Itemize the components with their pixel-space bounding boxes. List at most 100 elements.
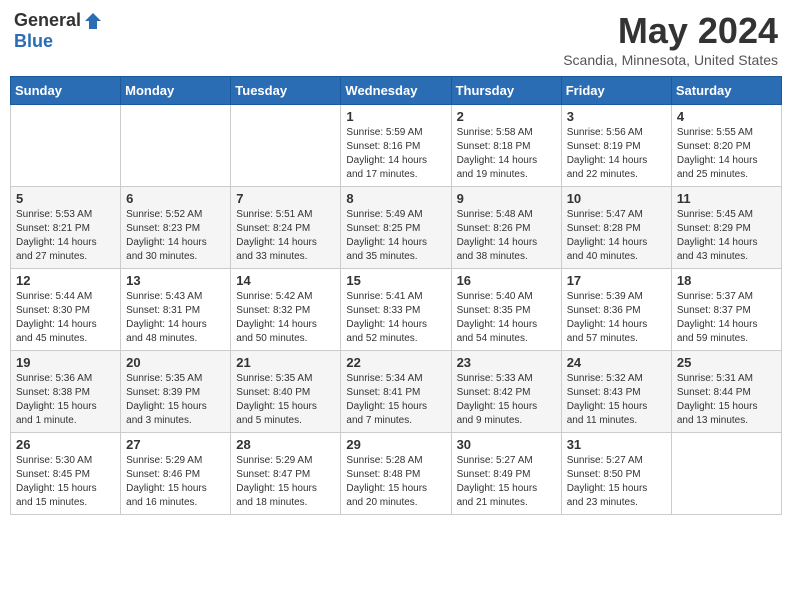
day-number: 17 xyxy=(567,273,666,288)
day-info: Sunrise: 5:53 AM Sunset: 8:21 PM Dayligh… xyxy=(16,208,115,264)
calendar-cell: 25Sunrise: 5:31 AM Sunset: 8:44 PM Dayli… xyxy=(671,351,781,433)
calendar-cell: 4 Sunrise: 5:55 AM Sunset: 8:20 PM Daylig… xyxy=(671,105,781,187)
day-number: 27 xyxy=(126,437,225,452)
day-info: Sunrise: 5:44 AM Sunset: 8:30 PM Dayligh… xyxy=(16,290,115,346)
week-row-2: 5 Sunrise: 5:53 AM Sunset: 8:21 PM Daylig… xyxy=(11,187,782,269)
day-info: Sunrise: 5:52 AM Sunset: 8:23 PM Dayligh… xyxy=(126,208,225,264)
day-number: 19 xyxy=(16,355,115,370)
calendar-cell xyxy=(231,105,341,187)
calendar-cell: 9 Sunrise: 5:48 AM Sunset: 8:26 PM Daylig… xyxy=(451,187,561,269)
day-number: 8 xyxy=(346,191,445,206)
day-info: Sunrise: 5:34 AM Sunset: 8:41 PM Dayligh… xyxy=(346,372,445,428)
calendar-cell: 1Sunrise: 5:59 AM Sunset: 8:16 PM Daylig… xyxy=(341,105,451,187)
calendar-cell: 22Sunrise: 5:34 AM Sunset: 8:41 PM Dayli… xyxy=(341,351,451,433)
logo-icon xyxy=(83,11,103,31)
weekday-header-tuesday: Tuesday xyxy=(231,77,341,105)
month-title: May 2024 xyxy=(563,10,778,52)
day-number: 25 xyxy=(677,355,776,370)
calendar-cell: 6 Sunrise: 5:52 AM Sunset: 8:23 PM Daylig… xyxy=(121,187,231,269)
title-section: May 2024 Scandia, Minnesota, United Stat… xyxy=(563,10,778,68)
day-number: 15 xyxy=(346,273,445,288)
calendar-cell: 16 Sunrise: 5:40 AM Sunset: 8:35 PM Dayli… xyxy=(451,269,561,351)
calendar-cell: 17 Sunrise: 5:39 AM Sunset: 8:36 PM Dayli… xyxy=(561,269,671,351)
day-number: 24 xyxy=(567,355,666,370)
page-header: General Blue May 2024 Scandia, Minnesota… xyxy=(10,10,782,68)
day-number: 28 xyxy=(236,437,335,452)
day-number: 13 xyxy=(126,273,225,288)
day-number: 12 xyxy=(16,273,115,288)
location: Scandia, Minnesota, United States xyxy=(563,52,778,68)
calendar-cell: 19Sunrise: 5:36 AM Sunset: 8:38 PM Dayli… xyxy=(11,351,121,433)
weekday-header-friday: Friday xyxy=(561,77,671,105)
logo-blue: Blue xyxy=(14,31,53,52)
calendar-cell: 26 Sunrise: 5:30 AM Sunset: 8:45 PM Dayli… xyxy=(11,433,121,515)
day-info: Sunrise: 5:45 AM Sunset: 8:29 PM Dayligh… xyxy=(677,208,776,264)
day-info: Sunrise: 5:33 AM Sunset: 8:42 PM Dayligh… xyxy=(457,372,556,428)
day-info: Sunrise: 5:39 AM Sunset: 8:36 PM Dayligh… xyxy=(567,290,666,346)
day-number: 9 xyxy=(457,191,556,206)
calendar-cell: 3Sunrise: 5:56 AM Sunset: 8:19 PM Daylig… xyxy=(561,105,671,187)
day-info: Sunrise: 5:59 AM Sunset: 8:16 PM Dayligh… xyxy=(346,126,445,182)
calendar-cell: 27 Sunrise: 5:29 AM Sunset: 8:46 PM Dayli… xyxy=(121,433,231,515)
weekday-header-monday: Monday xyxy=(121,77,231,105)
day-number: 30 xyxy=(457,437,556,452)
day-info: Sunrise: 5:29 AM Sunset: 8:46 PM Dayligh… xyxy=(126,454,225,510)
day-info: Sunrise: 5:27 AM Sunset: 8:50 PM Dayligh… xyxy=(567,454,666,510)
day-number: 10 xyxy=(567,191,666,206)
weekday-header-row: SundayMondayTuesdayWednesdayThursdayFrid… xyxy=(11,77,782,105)
day-number: 16 xyxy=(457,273,556,288)
calendar-cell: 14 Sunrise: 5:42 AM Sunset: 8:32 PM Dayli… xyxy=(231,269,341,351)
week-row-5: 26 Sunrise: 5:30 AM Sunset: 8:45 PM Dayli… xyxy=(11,433,782,515)
calendar-cell: 28 Sunrise: 5:29 AM Sunset: 8:47 PM Dayli… xyxy=(231,433,341,515)
week-row-1: 1Sunrise: 5:59 AM Sunset: 8:16 PM Daylig… xyxy=(11,105,782,187)
calendar-cell xyxy=(121,105,231,187)
day-number: 6 xyxy=(126,191,225,206)
day-info: Sunrise: 5:28 AM Sunset: 8:48 PM Dayligh… xyxy=(346,454,445,510)
logo-general: General xyxy=(14,10,81,31)
day-info: Sunrise: 5:29 AM Sunset: 8:47 PM Dayligh… xyxy=(236,454,335,510)
day-info: Sunrise: 5:40 AM Sunset: 8:35 PM Dayligh… xyxy=(457,290,556,346)
calendar-cell: 29 Sunrise: 5:28 AM Sunset: 8:48 PM Dayli… xyxy=(341,433,451,515)
day-info: Sunrise: 5:55 AM Sunset: 8:20 PM Dayligh… xyxy=(677,126,776,182)
day-number: 20 xyxy=(126,355,225,370)
calendar-cell: 8 Sunrise: 5:49 AM Sunset: 8:25 PM Daylig… xyxy=(341,187,451,269)
calendar-cell: 7Sunrise: 5:51 AM Sunset: 8:24 PM Daylig… xyxy=(231,187,341,269)
calendar-cell: 11 Sunrise: 5:45 AM Sunset: 8:29 PM Dayli… xyxy=(671,187,781,269)
logo: General Blue xyxy=(14,10,103,52)
day-number: 26 xyxy=(16,437,115,452)
day-info: Sunrise: 5:27 AM Sunset: 8:49 PM Dayligh… xyxy=(457,454,556,510)
calendar-cell: 31Sunrise: 5:27 AM Sunset: 8:50 PM Dayli… xyxy=(561,433,671,515)
calendar: SundayMondayTuesdayWednesdayThursdayFrid… xyxy=(10,76,782,515)
day-info: Sunrise: 5:47 AM Sunset: 8:28 PM Dayligh… xyxy=(567,208,666,264)
calendar-cell xyxy=(11,105,121,187)
day-info: Sunrise: 5:35 AM Sunset: 8:39 PM Dayligh… xyxy=(126,372,225,428)
day-info: Sunrise: 5:49 AM Sunset: 8:25 PM Dayligh… xyxy=(346,208,445,264)
day-info: Sunrise: 5:43 AM Sunset: 8:31 PM Dayligh… xyxy=(126,290,225,346)
day-number: 21 xyxy=(236,355,335,370)
day-info: Sunrise: 5:51 AM Sunset: 8:24 PM Dayligh… xyxy=(236,208,335,264)
day-info: Sunrise: 5:32 AM Sunset: 8:43 PM Dayligh… xyxy=(567,372,666,428)
calendar-cell: 20 Sunrise: 5:35 AM Sunset: 8:39 PM Dayli… xyxy=(121,351,231,433)
weekday-header-thursday: Thursday xyxy=(451,77,561,105)
day-number: 18 xyxy=(677,273,776,288)
calendar-cell: 30 Sunrise: 5:27 AM Sunset: 8:49 PM Dayli… xyxy=(451,433,561,515)
weekday-header-sunday: Sunday xyxy=(11,77,121,105)
day-number: 5 xyxy=(16,191,115,206)
calendar-cell: 23Sunrise: 5:33 AM Sunset: 8:42 PM Dayli… xyxy=(451,351,561,433)
day-number: 4 xyxy=(677,109,776,124)
day-number: 3 xyxy=(567,109,666,124)
day-info: Sunrise: 5:35 AM Sunset: 8:40 PM Dayligh… xyxy=(236,372,335,428)
day-number: 11 xyxy=(677,191,776,206)
day-number: 14 xyxy=(236,273,335,288)
calendar-cell: 15Sunrise: 5:41 AM Sunset: 8:33 PM Dayli… xyxy=(341,269,451,351)
day-info: Sunrise: 5:30 AM Sunset: 8:45 PM Dayligh… xyxy=(16,454,115,510)
weekday-header-saturday: Saturday xyxy=(671,77,781,105)
day-number: 29 xyxy=(346,437,445,452)
calendar-cell xyxy=(671,433,781,515)
calendar-cell: 2Sunrise: 5:58 AM Sunset: 8:18 PM Daylig… xyxy=(451,105,561,187)
day-info: Sunrise: 5:37 AM Sunset: 8:37 PM Dayligh… xyxy=(677,290,776,346)
calendar-cell: 21 Sunrise: 5:35 AM Sunset: 8:40 PM Dayli… xyxy=(231,351,341,433)
day-info: Sunrise: 5:48 AM Sunset: 8:26 PM Dayligh… xyxy=(457,208,556,264)
calendar-cell: 13 Sunrise: 5:43 AM Sunset: 8:31 PM Dayli… xyxy=(121,269,231,351)
day-info: Sunrise: 5:42 AM Sunset: 8:32 PM Dayligh… xyxy=(236,290,335,346)
